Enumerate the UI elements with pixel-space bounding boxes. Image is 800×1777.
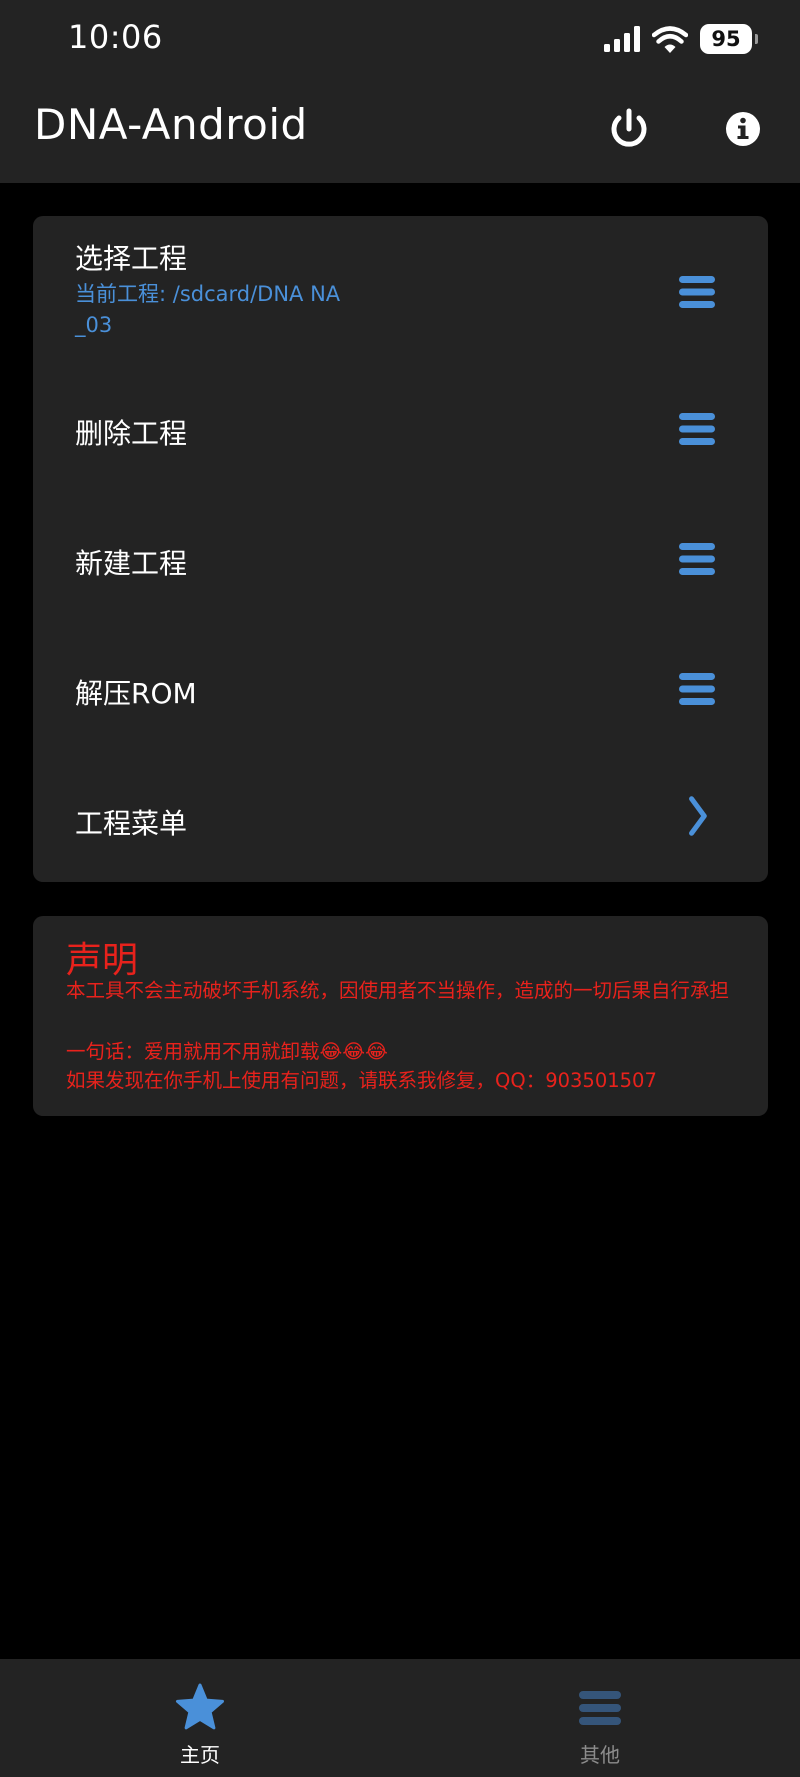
menu-item-extract-rom[interactable]: 解压ROM [33,622,768,752]
status-time: 10:06 [68,18,163,56]
tab-label: 主页 [180,1743,220,1767]
tab-home[interactable]: 主页 [0,1659,400,1777]
menu-icon [579,1691,621,1725]
top-bar: 10:06 95 DNA-Android [0,0,800,183]
menu-item-label: 新建工程 [75,547,188,580]
disclaimer-card: 声明 本工具不会主动破坏手机系统，因使用者不当操作，造成的一切后果自行承担 一句… [33,916,768,1116]
bottom-nav: 主页 其他 [0,1659,800,1777]
info-button[interactable] [717,103,769,155]
disclaimer-line: 本工具不会主动破坏手机系统，因使用者不当操作，造成的一切后果自行承担 [66,979,730,1002]
menu-item-label: 解压ROM [75,677,197,710]
wifi-icon [652,25,688,53]
battery-icon: 95 [700,24,758,54]
chevron-right-icon [689,796,707,836]
power-icon [611,108,647,147]
app-title: DNA-Android [34,100,308,149]
menu-icon [679,413,715,445]
tab-other[interactable]: 其他 [400,1659,800,1777]
current-project-path: 当前工程: /sdcard/DNA NA_03 [75,282,341,337]
power-button[interactable] [603,103,655,155]
tab-label: 其他 [580,1743,620,1767]
menu-icon [679,276,715,308]
menu-item-delete-project[interactable]: 删除工程 [33,362,768,492]
menu-item-label: 删除工程 [75,417,188,450]
star-icon [176,1683,224,1730]
menu-item-project-menu[interactable]: 工程菜单 [33,752,768,882]
signal-icon [604,26,640,52]
menu-icon [679,673,715,705]
app-screen: 10:06 95 DNA-Android 选择工程 当前工程: /sdcard/… [0,0,800,1777]
menu-item-select-project[interactable]: 选择工程 当前工程: /sdcard/DNA NA_03 [33,216,768,362]
menu-item-new-project[interactable]: 新建工程 [33,492,768,622]
project-menu-card: 选择工程 当前工程: /sdcard/DNA NA_03 删除工程 新建工程 解… [33,216,768,882]
menu-item-label: 选择工程 [75,242,188,275]
status-icons: 95 [604,22,758,56]
disclaimer-contact-line: 如果发现在你手机上使用有问题，请联系我修复，QQ：903501507 [66,1069,657,1092]
battery-level: 95 [711,27,741,51]
info-icon [726,112,760,146]
disclaimer-line: 一句话：爱用就用不用就卸载😂😂😂 [66,1040,388,1063]
menu-item-label: 工程菜单 [75,807,188,840]
menu-icon [679,543,715,575]
